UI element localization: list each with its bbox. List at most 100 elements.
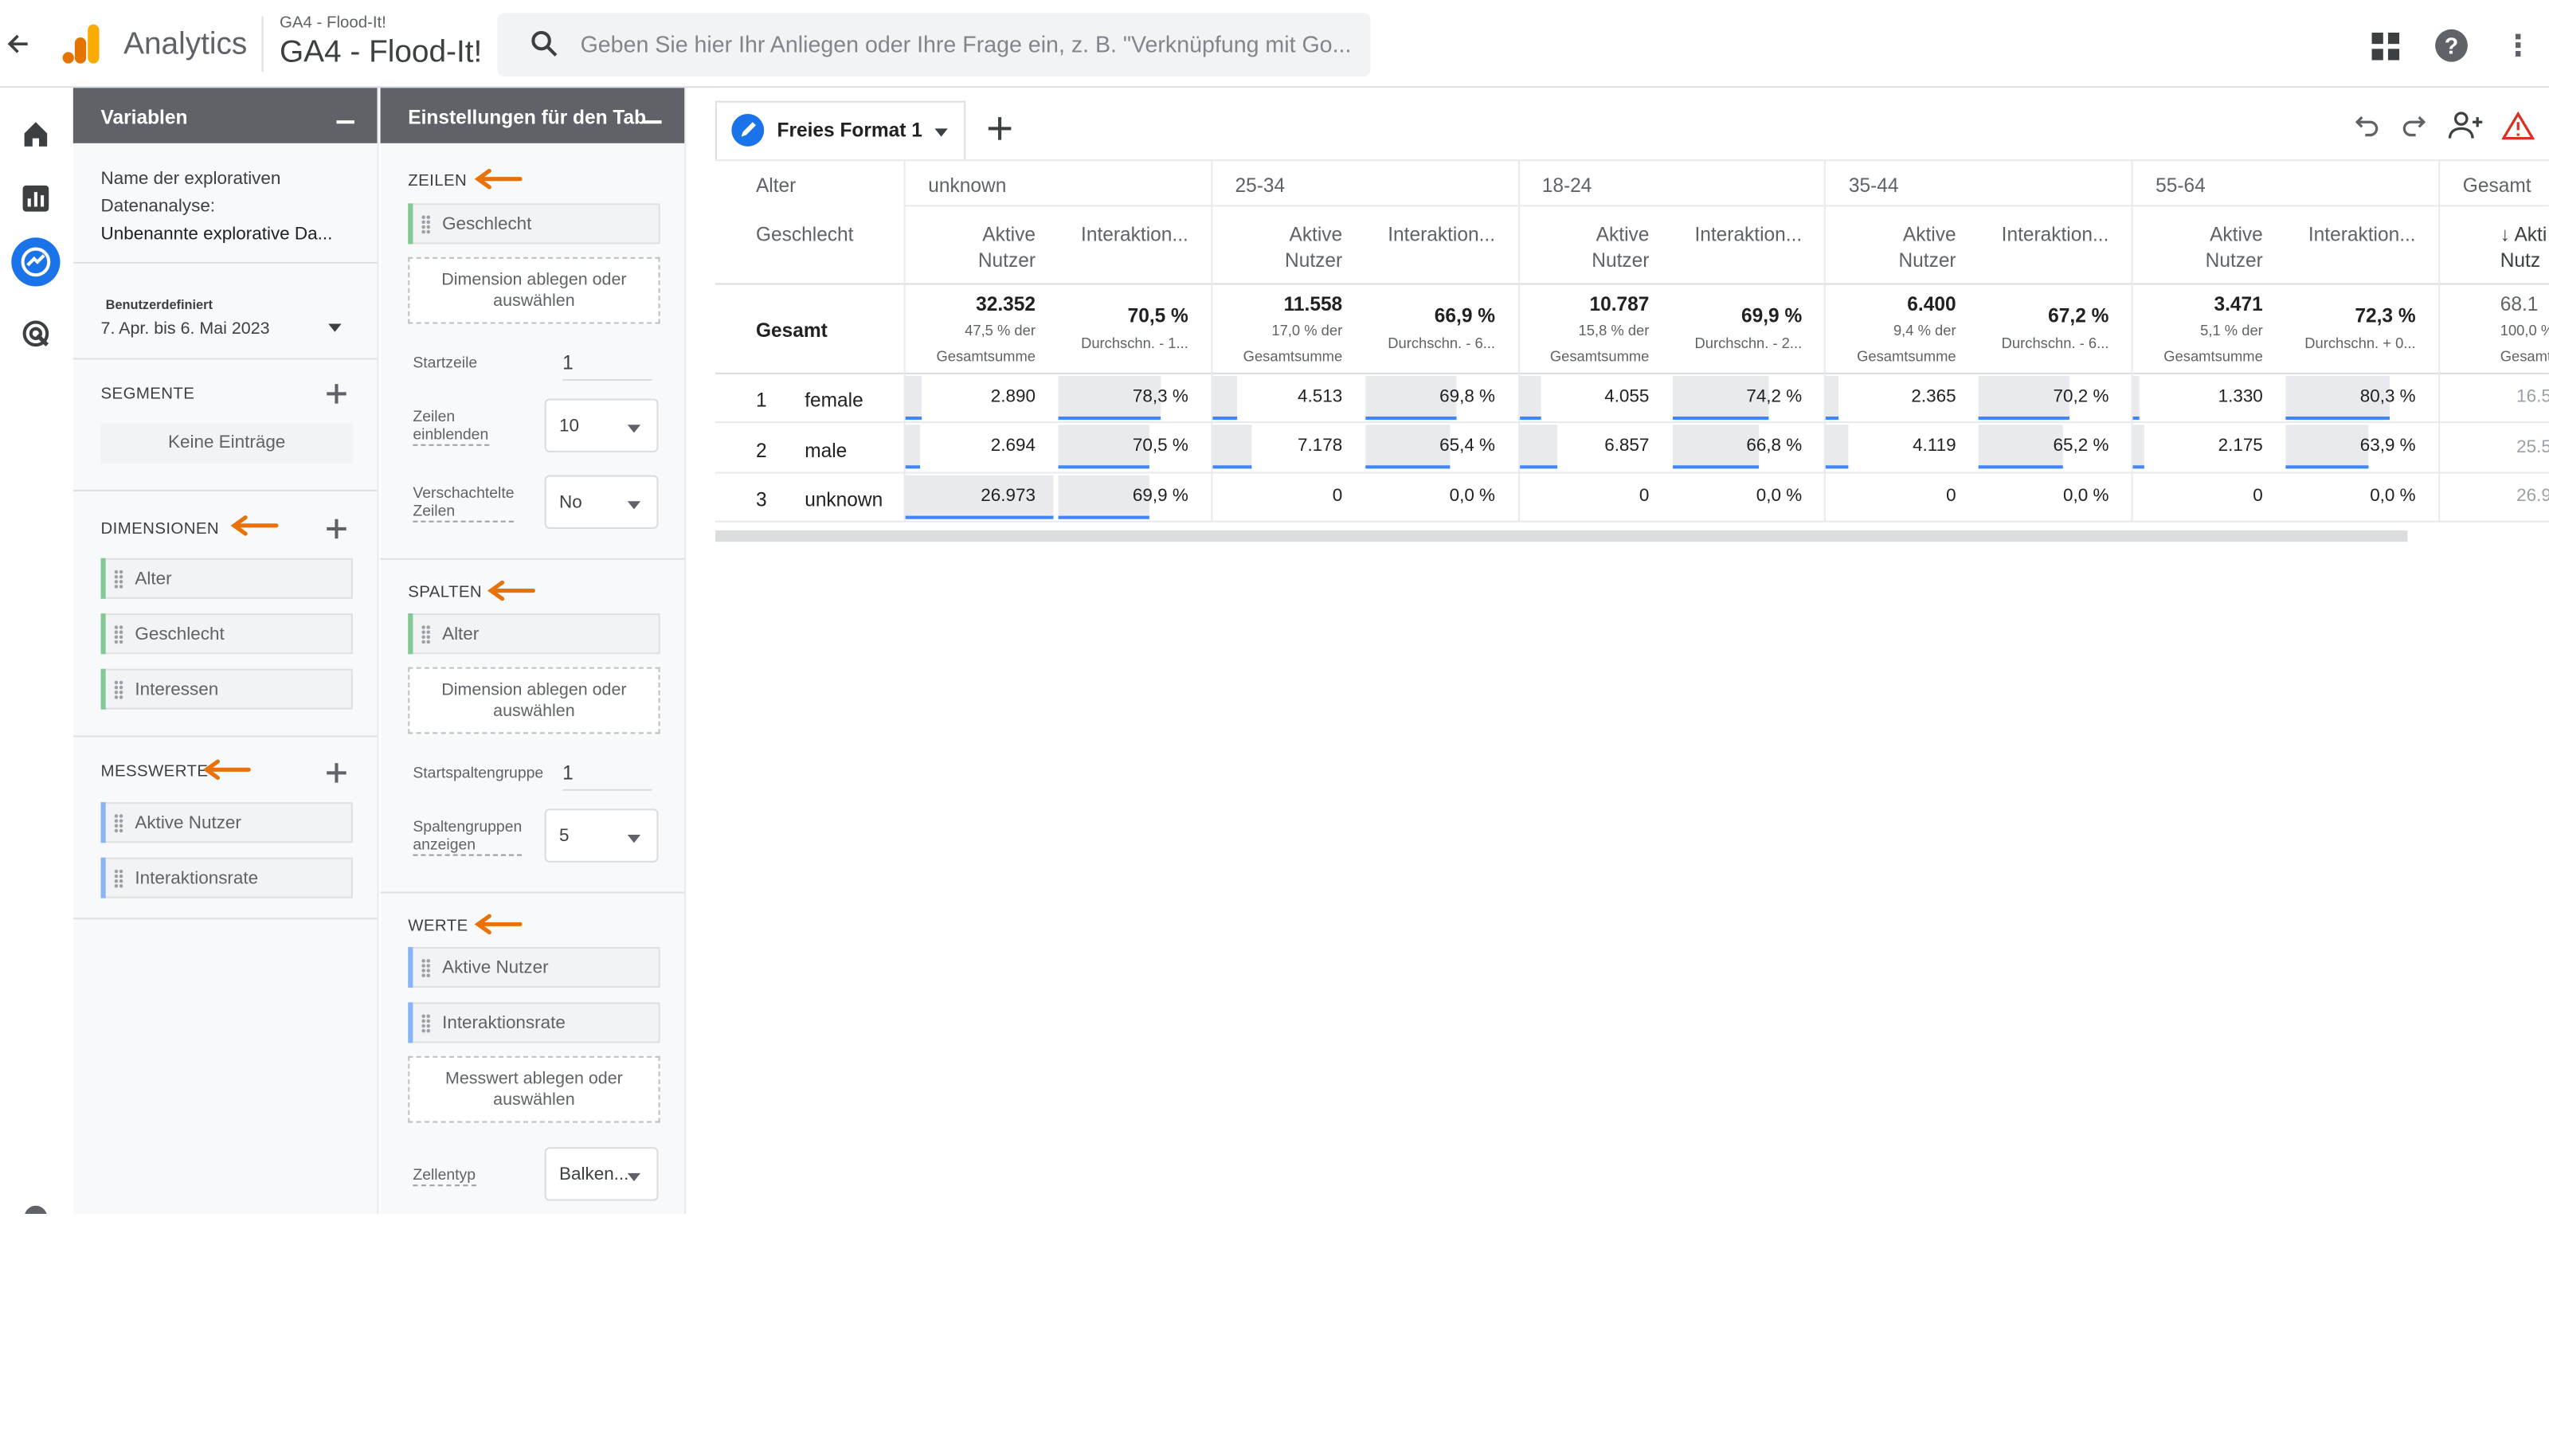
add-segment-icon[interactable]: [327, 384, 347, 404]
tab-dropdown-icon[interactable]: [934, 128, 948, 137]
tab-bar: Freies Format 1: [715, 88, 2549, 160]
horizontal-scrollbar[interactable]: [715, 530, 2408, 542]
segments-title: SEGMENTE: [100, 386, 195, 404]
column-group-header[interactable]: 35-44: [1849, 174, 1899, 198]
column-dimension-dropzone[interactable]: Dimension ablegen oder auswählen: [408, 667, 660, 734]
row-label[interactable]: male: [805, 440, 847, 463]
add-dimension-icon[interactable]: [327, 519, 347, 539]
edit-pencil-icon[interactable]: [731, 114, 765, 147]
share-user-add-icon[interactable]: [2448, 111, 2484, 140]
drag-handle-icon[interactable]: [113, 868, 124, 889]
bar-underline: [1671, 465, 1760, 469]
dimension-chip[interactable]: Geschlecht: [100, 613, 353, 655]
value-chip[interactable]: Aktive Nutzer: [408, 946, 660, 988]
minimize-icon[interactable]: [336, 120, 354, 124]
warning-icon[interactable]: [2500, 111, 2535, 140]
metric-header-active-users[interactable]: Aktive Nutzer: [1519, 221, 1649, 273]
table-cell: 0,0 %: [1449, 486, 1496, 507]
column-group-header[interactable]: 55-64: [2155, 174, 2206, 198]
property-name[interactable]: GA4 - Flood-It!: [280, 36, 482, 72]
apps-grid-icon[interactable]: [2371, 32, 2400, 61]
date-dropdown-icon[interactable]: [328, 323, 342, 332]
date-range-picker[interactable]: 7. Apr. bis 6. Mai 2023: [101, 319, 270, 339]
metric-header-engagement-rate[interactable]: Interaktion...: [1672, 221, 1802, 248]
cell-type-select[interactable]: Balken...: [544, 1147, 659, 1201]
dimension-chip[interactable]: Alter: [100, 558, 353, 599]
table-rule: [903, 205, 2549, 207]
dropzone-text: Dimension ablegen oder: [441, 270, 627, 290]
back-arrow-icon[interactable]: [6, 28, 36, 61]
metric-dropzone[interactable]: Messwert ablegen oder auswählen: [408, 1055, 660, 1123]
help-icon[interactable]: ?: [2435, 29, 2468, 62]
metric-header-engagement-rate[interactable]: Interaktion...: [2285, 221, 2416, 248]
group-total-sub-line: Gesamtsumme: [1549, 348, 1650, 365]
divider: [72, 358, 378, 360]
start-column-group-input[interactable]: 1: [562, 761, 652, 791]
value-chip[interactable]: Interaktionsrate: [408, 1002, 660, 1043]
more-vert-icon[interactable]: ⋮: [2504, 29, 2533, 62]
search-box[interactable]: Geben Sie hier Ihr Anliegen oder Ihre Fr…: [497, 13, 1371, 77]
metric-header-engagement-rate[interactable]: Interaktion...: [1979, 221, 2109, 248]
drag-handle-icon[interactable]: [113, 624, 124, 644]
total-row-label: Gesamt: [755, 319, 828, 342]
drag-handle-icon[interactable]: [113, 569, 124, 589]
tab-settings-title: Einstellungen für den Tab: [408, 105, 647, 129]
metric-header-engagement-rate[interactable]: Interaktion...: [1059, 221, 1188, 248]
bar-underline: [1365, 465, 1451, 469]
row-chip[interactable]: Geschlecht: [408, 203, 660, 245]
explore-icon[interactable]: [11, 237, 61, 287]
row-label[interactable]: unknown: [805, 488, 883, 511]
add-tab-icon[interactable]: [988, 117, 1012, 140]
drag-handle-icon[interactable]: [421, 958, 431, 978]
nested-rows-select[interactable]: No: [544, 475, 659, 529]
column-chip[interactable]: Alter: [408, 613, 660, 655]
drag-handle-icon[interactable]: [421, 214, 431, 235]
undo-icon[interactable]: [2352, 111, 2382, 140]
group-total-rate-sub: Durchschn. - 1...: [1081, 335, 1188, 352]
bar-underline: [1058, 515, 1149, 519]
home-icon[interactable]: [19, 117, 52, 150]
drag-handle-icon[interactable]: [421, 1013, 431, 1034]
left-navigation: [0, 88, 73, 1215]
start-row-input[interactable]: 1: [562, 351, 652, 382]
column-group-header[interactable]: 18-24: [1542, 174, 1592, 198]
account-name[interactable]: GA4 - Flood-It!: [280, 14, 386, 32]
metric-header-active-users[interactable]: Aktive Nutzer: [1826, 221, 1956, 273]
row-dimension-header[interactable]: Geschlecht: [756, 223, 854, 246]
exploration-name-input[interactable]: Unbenannte explorative Da...: [101, 225, 333, 245]
drag-handle-icon[interactable]: [113, 813, 124, 833]
metric-chip[interactable]: Interaktionsrate: [100, 857, 353, 898]
drag-handle-icon[interactable]: [113, 679, 124, 700]
total-column-header: Gesamt: [2462, 174, 2531, 198]
show-rows-select[interactable]: 10: [544, 398, 659, 452]
advertising-icon[interactable]: [19, 317, 52, 350]
chevron-down-icon: [627, 501, 641, 510]
row-dimension-dropzone[interactable]: Dimension ablegen oder auswählen: [408, 256, 660, 324]
metric-chip[interactable]: Aktive Nutzer: [100, 802, 353, 843]
search-input[interactable]: Geben Sie hier Ihr Anliegen oder Ihre Fr…: [581, 31, 1361, 57]
metric-header-active-users[interactable]: Aktive Nutzer: [1212, 221, 1342, 273]
row-label[interactable]: female: [805, 389, 863, 412]
dropzone-text: Dimension ablegen oder: [441, 679, 627, 700]
dropzone-text: Messwert ablegen oder: [445, 1069, 623, 1089]
column-dimension-header[interactable]: Alter: [756, 174, 796, 198]
add-metric-icon[interactable]: [327, 763, 347, 783]
redo-icon[interactable]: [2399, 111, 2429, 140]
bar-underline: [1979, 465, 2064, 469]
metric-header-engagement-rate[interactable]: Interaktion...: [1365, 221, 1495, 248]
bar-underline: [1826, 416, 1839, 421]
column-group-header[interactable]: unknown: [928, 174, 1006, 198]
column-group-header[interactable]: 25-34: [1235, 174, 1285, 198]
tab-freies-format[interactable]: Freies Format 1: [715, 100, 966, 160]
settings-gear-icon[interactable]: [19, 1201, 52, 1215]
total-metric-header[interactable]: ↓ Akti Nutz: [2500, 221, 2549, 273]
drag-handle-icon[interactable]: [421, 624, 431, 644]
reports-icon[interactable]: [19, 182, 52, 215]
metric-header-active-users[interactable]: Aktive Nutzer: [906, 221, 1036, 273]
dimension-chip[interactable]: Interessen: [100, 668, 353, 710]
show-column-groups-select[interactable]: 5: [544, 808, 659, 863]
metric-label: Interaktionsrate: [135, 868, 259, 889]
minimize-icon[interactable]: [644, 120, 662, 124]
values-title: WERTE: [408, 918, 468, 936]
metric-header-active-users[interactable]: Aktive Nutzer: [2133, 221, 2263, 273]
